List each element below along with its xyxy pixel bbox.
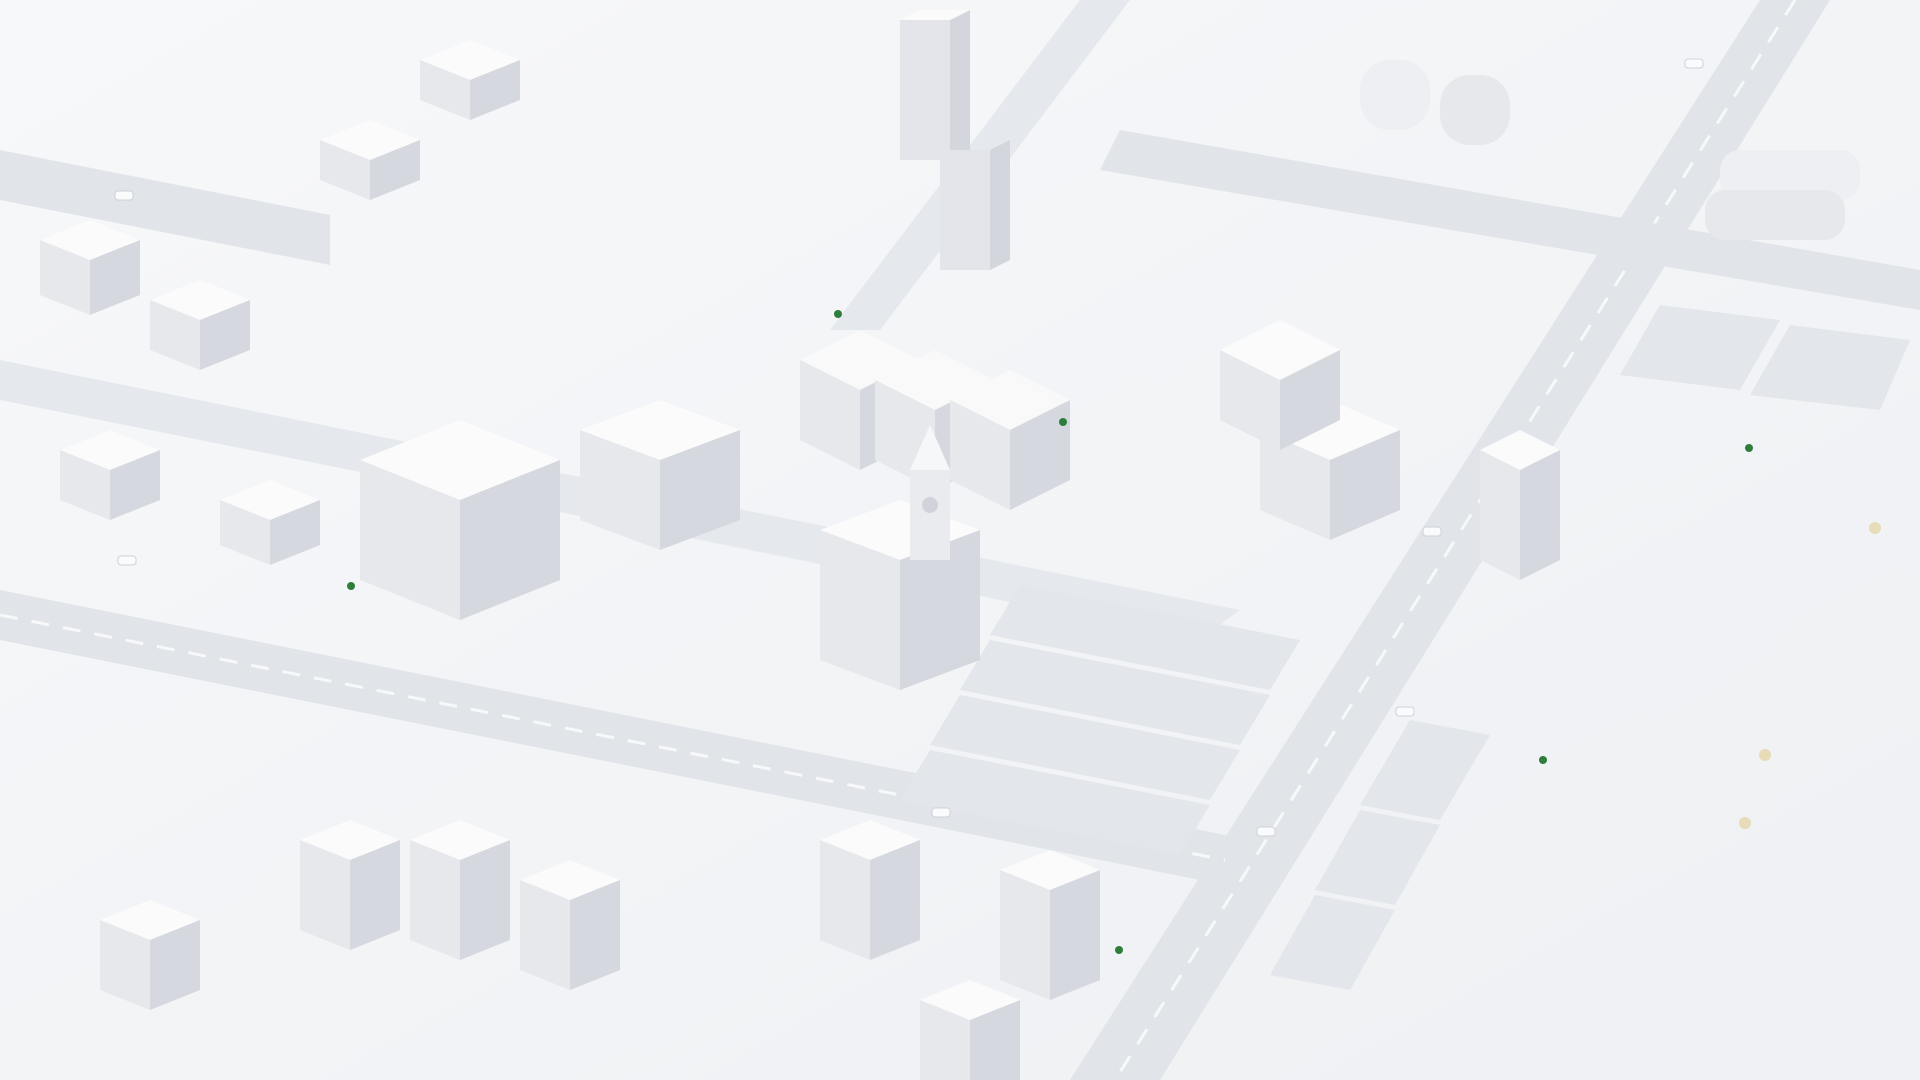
city-scene <box>0 0 1920 1080</box>
